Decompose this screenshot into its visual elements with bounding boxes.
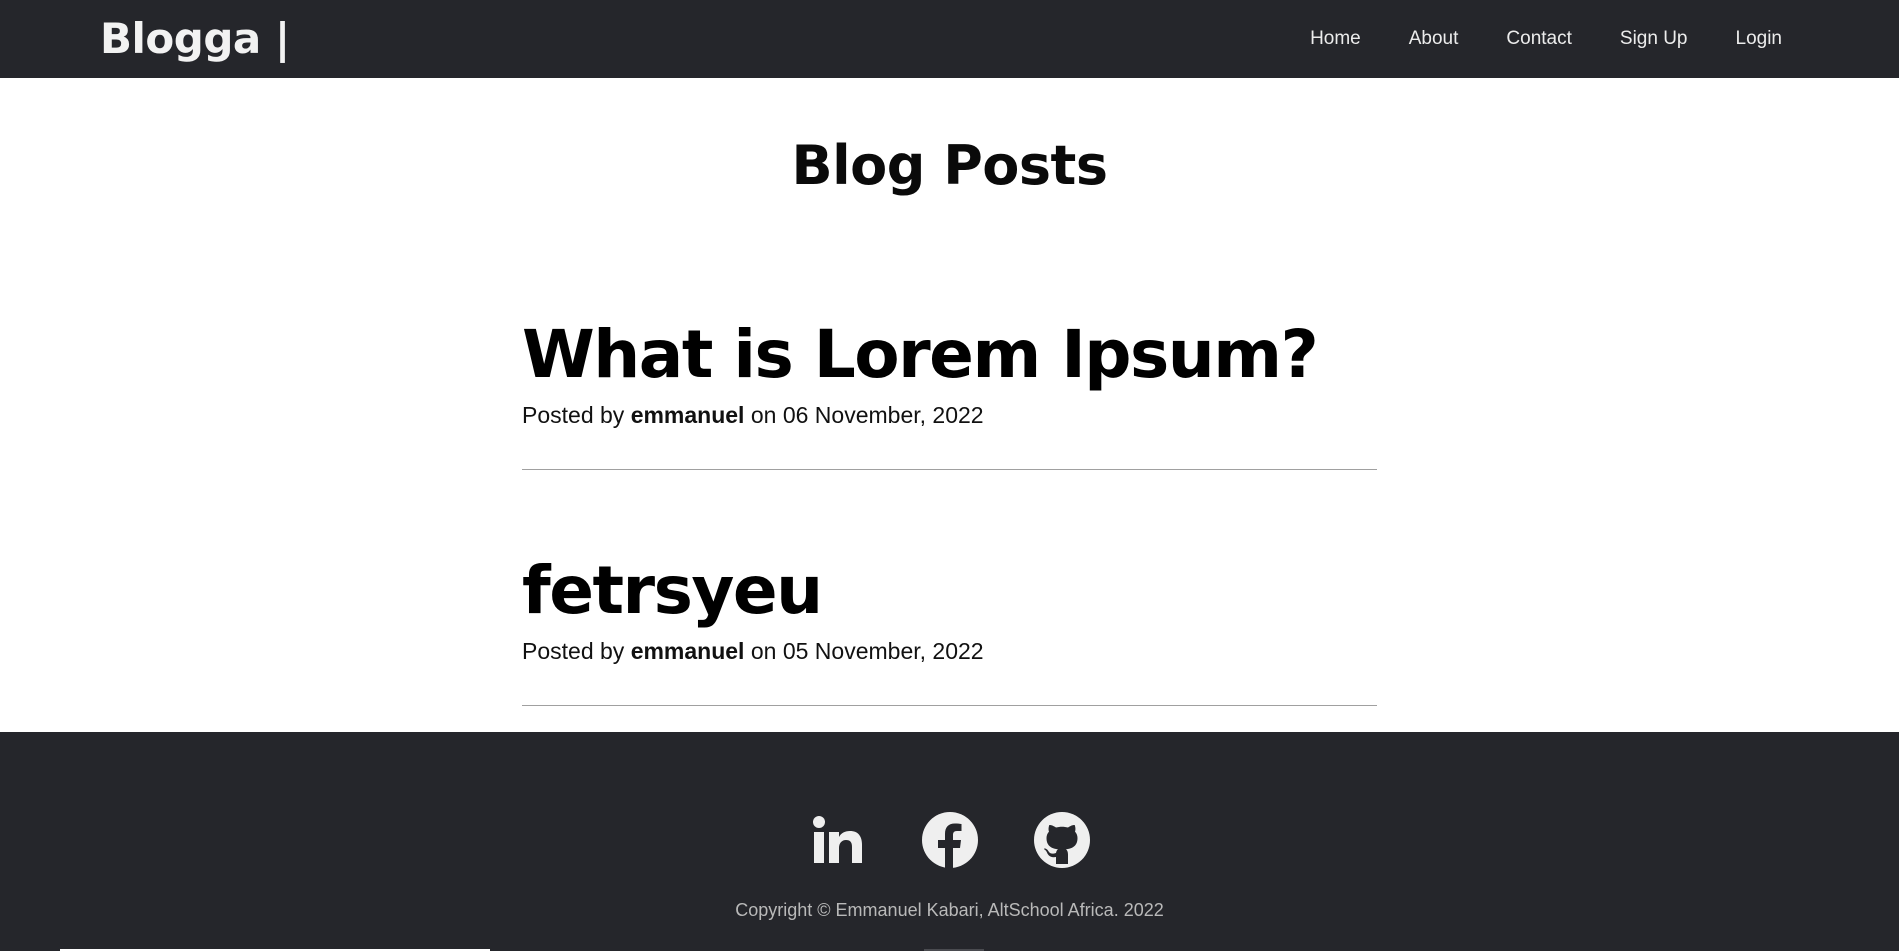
page-title: Blog Posts (791, 134, 1109, 197)
footer: Copyright © Emmanuel Kabari, AltSchool A… (0, 732, 1899, 951)
nav-link-home[interactable]: Home (1310, 28, 1361, 50)
nav-link-contact[interactable]: Contact (1506, 28, 1571, 50)
post-meta: Posted by emmanuel on 06 November, 2022 (522, 402, 1377, 429)
post-author: emmanuel (630, 402, 745, 428)
post-card: fetrsyeu Posted by emmanuel on 05 Novemb… (522, 558, 1377, 706)
post-divider (522, 705, 1377, 706)
nav-link-signup[interactable]: Sign Up (1620, 28, 1688, 50)
facebook-icon[interactable] (921, 812, 978, 868)
date-prefix: on (750, 402, 777, 428)
nav-link-about[interactable]: About (1409, 28, 1459, 50)
post-title[interactable]: fetrsyeu (522, 558, 1377, 624)
post-date: 06 November, 2022 (782, 402, 984, 428)
nav-menu: Home About Contact Sign Up Login (1262, 0, 1782, 78)
post-author: emmanuel (630, 638, 745, 664)
github-icon[interactable] (1033, 812, 1090, 868)
navbar: Blogga | Home About Contact Sign Up Logi… (0, 0, 1899, 78)
brand-logo[interactable]: Blogga | (100, 14, 290, 63)
post-title[interactable]: What is Lorem Ipsum? (522, 322, 1377, 388)
post-card: What is Lorem Ipsum? Posted by emmanuel … (522, 322, 1377, 470)
date-prefix: on (750, 638, 777, 664)
linkedin-icon[interactable] (810, 812, 866, 868)
nav-link-login[interactable]: Login (1736, 28, 1783, 50)
posted-by-label: Posted by (522, 638, 625, 664)
post-divider (522, 469, 1377, 470)
posted-by-label: Posted by (522, 402, 625, 428)
copyright-text: Copyright © Emmanuel Kabari, AltSchool A… (735, 900, 1164, 920)
social-links (0, 812, 1899, 868)
post-meta: Posted by emmanuel on 05 November, 2022 (522, 638, 1377, 665)
post-date: 05 November, 2022 (782, 638, 984, 664)
